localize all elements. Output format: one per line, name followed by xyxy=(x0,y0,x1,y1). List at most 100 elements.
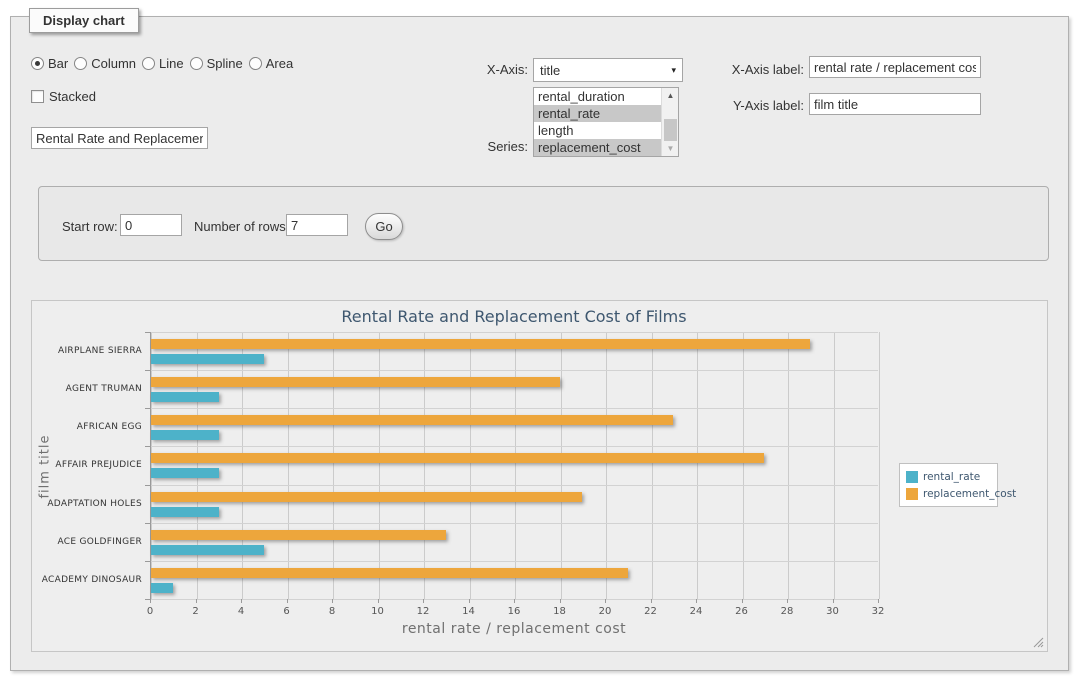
legend-swatch-icon xyxy=(906,471,918,483)
bar-replacement_cost[interactable] xyxy=(151,453,764,463)
legend-item-rental_rate[interactable]: rental_rate xyxy=(906,468,991,485)
x-axis-tick xyxy=(878,599,879,603)
legend-swatch-icon xyxy=(906,488,918,500)
x-axis-tick-label: 8 xyxy=(312,606,352,617)
bar-replacement_cost[interactable] xyxy=(151,492,582,502)
y-axis-category-label: AIRPLANE SIERRA xyxy=(32,332,142,370)
y-axis-category-label: ACE GOLDFINGER xyxy=(32,523,142,561)
series-select-label: Series: xyxy=(441,139,528,154)
legend-item-replacement_cost[interactable]: replacement_cost xyxy=(906,485,991,502)
x-axis-tick-label: 14 xyxy=(449,606,489,617)
series-option-length[interactable]: length xyxy=(534,122,661,139)
y-axis-label-input[interactable] xyxy=(809,93,981,115)
chevron-down-icon: ▾ xyxy=(671,65,676,76)
chart-type-radio-column[interactable]: Column xyxy=(74,56,136,71)
x-axis-tick xyxy=(287,599,288,603)
bar-replacement_cost[interactable] xyxy=(151,339,810,349)
y-axis-label-label: Y-Axis label: xyxy=(701,98,804,113)
y-axis-tick xyxy=(145,446,150,447)
series-option-rental_duration[interactable]: rental_duration xyxy=(534,88,661,105)
legend-label: replacement_cost xyxy=(923,488,1016,500)
bar-rental_rate[interactable] xyxy=(151,354,264,364)
x-axis-select-label: X-Axis: xyxy=(441,62,528,77)
scroll-down-icon[interactable]: ▼ xyxy=(662,141,679,156)
x-axis-tick xyxy=(833,599,834,603)
chart-type-radio-area[interactable]: Area xyxy=(249,56,293,71)
y-axis-tick xyxy=(145,599,150,600)
category-band xyxy=(151,523,878,561)
x-axis-tick-label: 24 xyxy=(676,606,716,617)
gridline xyxy=(879,332,880,599)
category-band xyxy=(151,332,878,370)
bar-rental_rate[interactable] xyxy=(151,392,219,402)
category-band xyxy=(151,408,878,446)
y-axis-tick xyxy=(145,408,150,409)
series-option-replacement_cost[interactable]: replacement_cost xyxy=(534,139,661,156)
bar-rental_rate[interactable] xyxy=(151,430,219,440)
chart-title-input[interactable] xyxy=(31,127,208,149)
x-axis-label-input[interactable] xyxy=(809,56,981,78)
x-axis-tick xyxy=(651,599,652,603)
x-axis-tick-label: 6 xyxy=(267,606,307,617)
display-chart-fieldset: Display chart BarColumnLineSplineArea St… xyxy=(10,16,1069,671)
x-axis-tick-label: 12 xyxy=(403,606,443,617)
chart-type-radio-bar[interactable]: Bar xyxy=(31,56,68,71)
x-axis-select-value: title xyxy=(540,63,560,78)
y-axis-category-label: AFRICAN EGG xyxy=(32,408,142,446)
chart-type-radio-line[interactable]: Line xyxy=(142,56,184,71)
start-row-label: Start row: xyxy=(62,219,118,234)
radio-label: Column xyxy=(91,56,136,71)
number-of-rows-input[interactable] xyxy=(286,214,348,236)
x-axis-tick-label: 0 xyxy=(130,606,170,617)
x-axis-tick-label: 10 xyxy=(358,606,398,617)
stacked-checkbox[interactable] xyxy=(31,90,44,103)
radio-icon[interactable] xyxy=(190,57,203,70)
x-axis-tick xyxy=(196,599,197,603)
bar-rental_rate[interactable] xyxy=(151,545,264,555)
scroll-up-icon[interactable]: ▲ xyxy=(662,88,679,103)
category-band xyxy=(151,561,878,599)
chart-type-radio-group: Bar Column Line Spline Area xyxy=(31,56,293,71)
radio-icon[interactable] xyxy=(74,57,87,70)
radio-icon[interactable] xyxy=(249,57,262,70)
radio-label: Line xyxy=(159,56,184,71)
bar-rental_rate[interactable] xyxy=(151,468,219,478)
x-axis-tick xyxy=(469,599,470,603)
chart-plot-area xyxy=(150,332,878,599)
x-axis-tick xyxy=(696,599,697,603)
series-listbox[interactable]: rental_durationrental_ratelengthreplacem… xyxy=(533,87,679,157)
legend-label: rental_rate xyxy=(923,471,980,483)
x-axis-tick xyxy=(560,599,561,603)
bar-rental_rate[interactable] xyxy=(151,507,219,517)
x-axis-tick xyxy=(787,599,788,603)
bar-replacement_cost[interactable] xyxy=(151,530,446,540)
x-axis-tick-label: 30 xyxy=(813,606,853,617)
scrollbar-thumb[interactable] xyxy=(664,119,677,141)
x-axis-tick-label: 32 xyxy=(858,606,898,617)
bar-replacement_cost[interactable] xyxy=(151,415,673,425)
y-axis-tick xyxy=(145,485,150,486)
resize-grip-icon[interactable] xyxy=(1033,637,1044,648)
x-axis-tick-label: 2 xyxy=(176,606,216,617)
radio-icon[interactable] xyxy=(31,57,44,70)
radio-label: Bar xyxy=(48,56,68,71)
chart-type-radio-spline[interactable]: Spline xyxy=(190,56,243,71)
radio-icon[interactable] xyxy=(142,57,155,70)
chart-legend: rental_rate replacement_cost xyxy=(899,463,998,507)
go-button[interactable]: Go xyxy=(365,213,403,240)
x-axis-tick xyxy=(423,599,424,603)
chart-x-axis-title: rental rate / replacement cost xyxy=(150,621,878,637)
x-axis-select[interactable]: title ▾ xyxy=(533,58,683,82)
bar-rental_rate[interactable] xyxy=(151,583,173,593)
series-option-rental_rate[interactable]: rental_rate xyxy=(534,105,661,122)
start-row-input[interactable] xyxy=(120,214,182,236)
series-listbox-scrollbar[interactable]: ▲ ▼ xyxy=(661,88,678,156)
x-axis-tick-label: 26 xyxy=(722,606,762,617)
bar-replacement_cost[interactable] xyxy=(151,568,628,578)
fieldset-legend: Display chart xyxy=(29,8,139,33)
page: { "panel": { "legend": "Display chart" }… xyxy=(0,0,1081,681)
chart-container: Rental Rate and Replacement Cost of Film… xyxy=(31,300,1048,652)
x-axis-tick xyxy=(332,599,333,603)
x-axis-tick xyxy=(378,599,379,603)
bar-replacement_cost[interactable] xyxy=(151,377,560,387)
